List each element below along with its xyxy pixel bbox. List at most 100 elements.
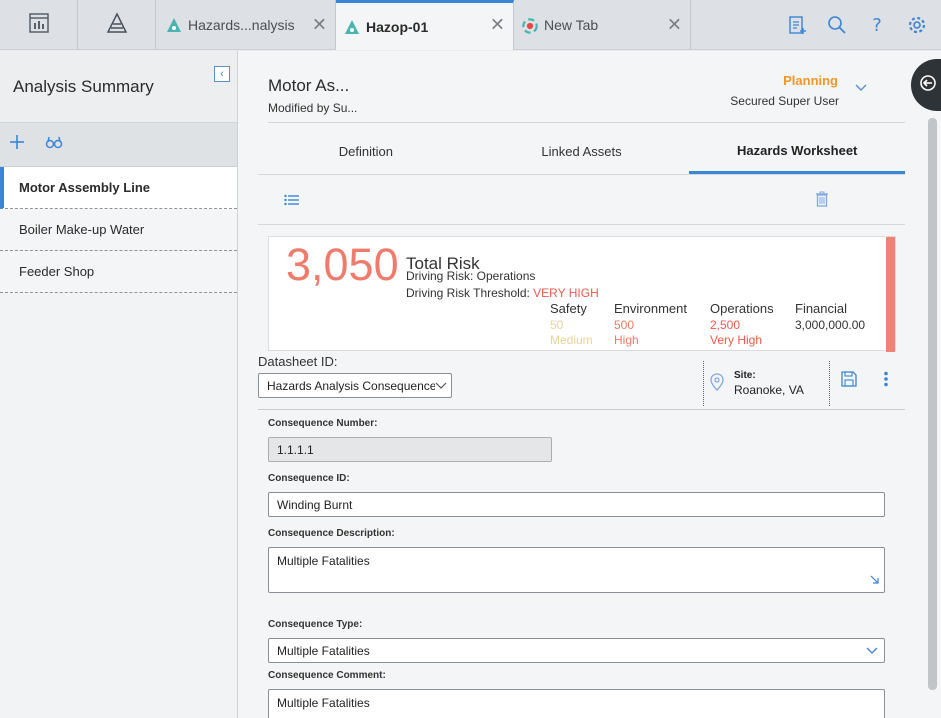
more-options-icon[interactable]	[884, 371, 888, 392]
consequence-number-field: 1.1.1.1	[268, 437, 552, 462]
sidebar-title: Analysis Summary	[13, 77, 154, 96]
sidebar-item-boiler-make-up-water[interactable]: Boiler Make-up Water	[0, 209, 237, 251]
risk-category-safety: Safety 50 Medium	[550, 301, 593, 347]
add-icon[interactable]	[9, 134, 25, 155]
datasheet-id-value: Hazards Analysis Consequence	[267, 379, 437, 393]
category-name: Environment	[614, 301, 687, 316]
dashboard-icon	[28, 12, 50, 39]
risk-summary-card: 3,050 Total Risk Driving Risk: Operation…	[268, 236, 896, 352]
sidebar: Analysis Summary ‹ Motor Assembly Line B…	[0, 51, 238, 718]
consequence-id-value: Winding Burnt	[277, 497, 353, 512]
state-user: Secured Super User	[730, 94, 839, 108]
tab-hazop-01[interactable]: Hazop-01 ✕	[336, 0, 514, 50]
help-icon[interactable]: ?	[867, 15, 887, 35]
consequence-comment-label: Consequence Comment:	[268, 670, 386, 681]
category-value: 2,500	[710, 318, 741, 332]
close-icon[interactable]: ✕	[312, 15, 327, 36]
top-bar: Hazards...nalysis ✕ Hazop-01 ✕ New Tab ✕…	[0, 0, 941, 50]
risk-category-environment: Environment 500 High	[614, 301, 687, 347]
binoculars-icon[interactable]	[45, 134, 63, 155]
tab-label: New Tab	[544, 17, 599, 33]
tab-hazards-analysis[interactable]: Hazards...nalysis ✕	[158, 0, 336, 50]
site-value: Roanoke, VA	[734, 383, 804, 397]
consequence-number-value: 1.1.1.1	[277, 442, 314, 457]
consequence-id-field[interactable]: Winding Burnt	[268, 492, 885, 517]
search-icon[interactable]	[827, 15, 847, 35]
sidebar-item-feeder-shop[interactable]: Feeder Shop	[0, 251, 237, 293]
save-icon[interactable]	[841, 371, 857, 392]
worksheet-toolbar	[258, 177, 905, 225]
category-level: Medium	[550, 333, 593, 347]
close-icon[interactable]: ✕	[490, 14, 505, 35]
list-icon[interactable]	[284, 193, 300, 212]
new-tab-icon	[522, 17, 538, 34]
consequence-type-select[interactable]: Multiple Fatalities	[268, 638, 885, 663]
category-value: 50	[550, 318, 564, 332]
clipboard-add-icon[interactable]	[787, 15, 807, 35]
category-value: 500	[614, 318, 635, 332]
consequence-number-label: Consequence Number:	[268, 418, 378, 429]
total-risk-value: 3,050	[286, 239, 399, 290]
datasheet-id-select[interactable]: Hazards Analysis Consequence	[258, 373, 452, 398]
record-tabs: Definition Linked Assets Hazards Workshe…	[258, 129, 906, 175]
main-panel: Motor As... Modified by Su... Planning S…	[238, 51, 930, 718]
gear-icon[interactable]	[907, 15, 927, 35]
risk-color-bar	[886, 237, 895, 352]
consequence-description-field[interactable]: Multiple Fatalities	[268, 547, 885, 593]
category-value: 3,000,000.00	[795, 318, 866, 332]
risk-category-financial: Financial 3,000,000.00	[795, 301, 865, 332]
scrollbar[interactable]	[928, 118, 937, 690]
tab-hazards-worksheet[interactable]: Hazards Worksheet	[689, 129, 906, 174]
sidebar-header: Analysis Summary ‹	[0, 51, 237, 123]
datasheet-id-label: Datasheet ID:	[258, 354, 338, 369]
sidebar-item-label: Feeder Shop	[19, 264, 95, 279]
category-level: High	[614, 333, 639, 347]
svg-text:?: ?	[872, 15, 882, 35]
pyramid-icon	[105, 11, 129, 40]
consequence-comment-field[interactable]: Multiple Fatalities	[268, 689, 885, 718]
consequence-type-label: Consequence Type:	[268, 619, 363, 630]
hazard-triangle-icon	[344, 19, 360, 35]
category-name: Financial	[795, 301, 848, 316]
tab-label: Hazards...nalysis	[188, 17, 295, 33]
dashboard-button[interactable]	[0, 0, 78, 50]
close-icon[interactable]: ✕	[667, 15, 682, 36]
tab-definition[interactable]: Definition	[258, 129, 474, 174]
hazards-home-button[interactable]	[78, 0, 156, 50]
chevron-down-icon	[435, 380, 447, 395]
chevron-down-icon	[866, 645, 878, 660]
sidebar-item-label: Boiler Make-up Water	[19, 222, 145, 237]
tab-linked-assets[interactable]: Linked Assets	[474, 129, 690, 174]
divider	[258, 409, 905, 410]
site-label: Site:	[734, 370, 756, 381]
record-header: Motor As... Modified by Su... Planning S…	[268, 51, 905, 123]
category-level: Very High	[710, 333, 763, 347]
driving-risk-threshold: Driving Risk Threshold: VERY HIGH	[406, 286, 599, 300]
risk-category-operations: Operations 2,500 Very High	[710, 301, 774, 347]
record-subtitle: Modified by Su...	[268, 101, 358, 115]
sidebar-item-motor-assembly-line[interactable]: Motor Assembly Line	[0, 167, 237, 209]
location-pin-icon	[710, 373, 724, 396]
threshold-label: Driving Risk Threshold:	[406, 286, 530, 300]
threshold-value: VERY HIGH	[533, 286, 599, 300]
consequence-comment-value: Multiple Fatalities	[277, 696, 370, 710]
consequence-description-value: Multiple Fatalities	[277, 554, 370, 568]
tab-new-tab[interactable]: New Tab ✕	[514, 0, 691, 50]
resize-handle-icon[interactable]	[870, 574, 880, 588]
trash-icon[interactable]	[815, 191, 829, 212]
consequence-id-label: Consequence ID:	[268, 473, 350, 484]
state-label[interactable]: Planning	[783, 73, 838, 88]
category-name: Operations	[710, 301, 774, 316]
global-toolbar: ?	[787, 0, 927, 50]
sidebar-toolbar	[0, 123, 237, 167]
site-info: Site: Roanoke, VA	[703, 361, 830, 406]
chevron-down-icon[interactable]	[854, 81, 868, 95]
enter-arrow-icon	[919, 74, 937, 97]
tab-label: Hazop-01	[366, 18, 429, 35]
record-title: Motor As...	[268, 76, 350, 95]
hazard-triangle-icon	[166, 17, 182, 33]
consequence-type-value: Multiple Fatalities	[277, 643, 370, 658]
category-name: Safety	[550, 301, 587, 316]
consequence-description-label: Consequence Description:	[268, 528, 395, 539]
collapse-sidebar-icon[interactable]: ‹	[214, 66, 230, 82]
